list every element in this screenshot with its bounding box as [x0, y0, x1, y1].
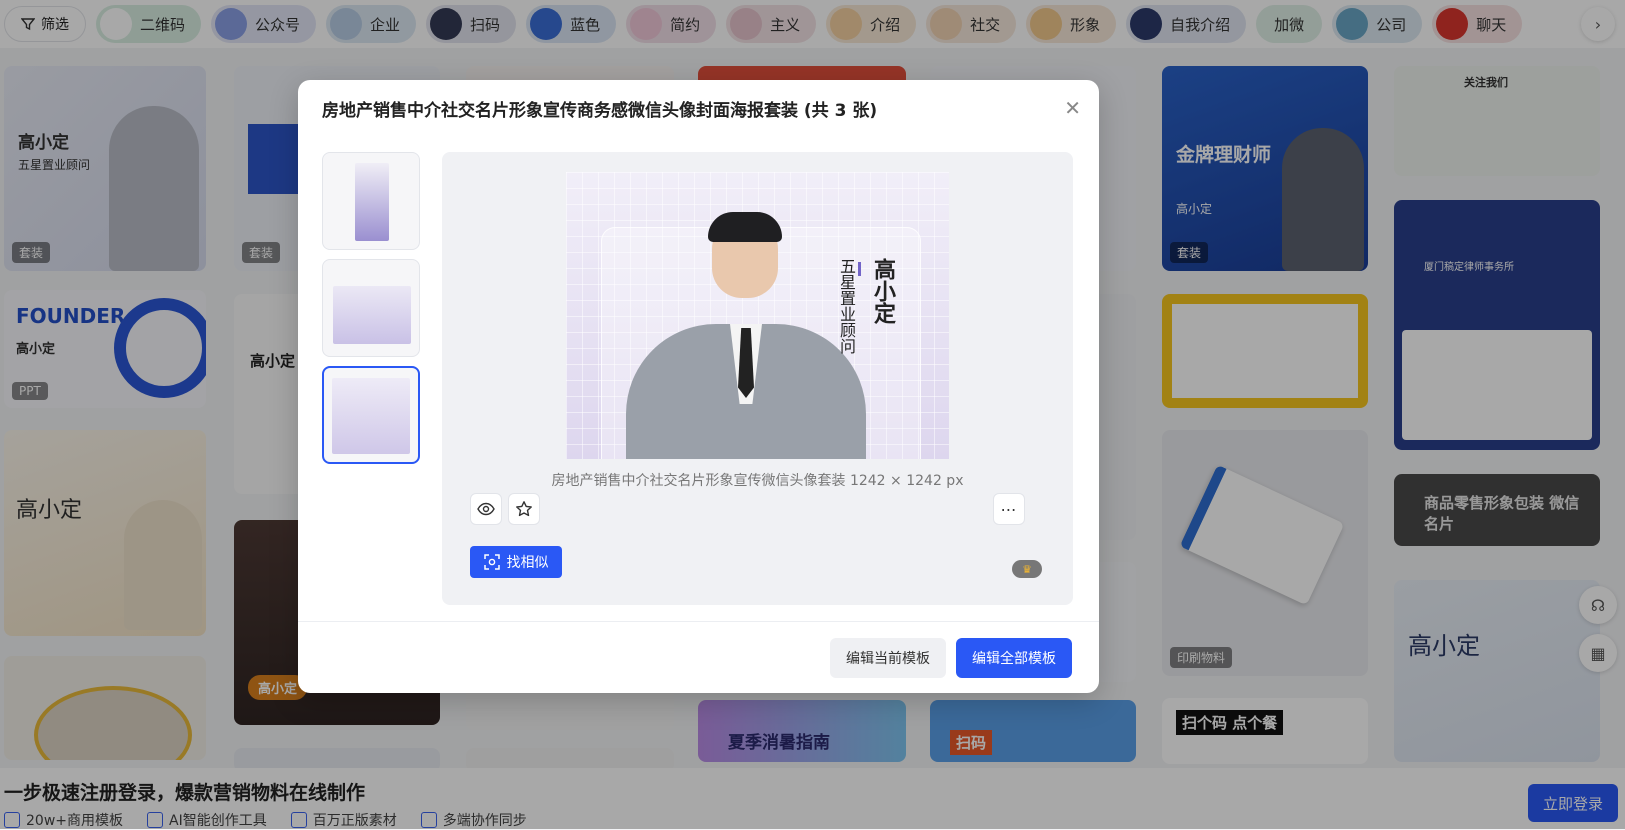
thumbnail-list: [322, 152, 422, 473]
eye-icon: [477, 502, 495, 516]
thumbnail-image: [332, 378, 410, 454]
preview-caption: 房地产销售中介社交名片形象宣传微信头像套装 1242 × 1242 px: [551, 473, 964, 489]
favorite-button[interactable]: [508, 493, 540, 525]
thumbnail-image: [355, 163, 389, 241]
thumbnail-item[interactable]: [322, 259, 420, 357]
close-icon: ✕: [1064, 96, 1081, 120]
premium-badge: ♛: [1012, 560, 1042, 578]
find-similar-button[interactable]: 找相似: [470, 546, 562, 578]
thumbnail-item[interactable]: [322, 152, 420, 250]
dialog-title: 房地产销售中介社交名片形象宣传商务感微信头像封面海报套装 (共 3 张): [322, 101, 878, 121]
preview-image[interactable]: 高小定 五星置业顾问: [566, 172, 949, 459]
edit-all-templates-button[interactable]: 编辑全部模板: [956, 638, 1072, 678]
divider: [298, 621, 1099, 622]
preview-name: 高小定: [870, 258, 895, 324]
more-button[interactable]: ⋯: [993, 493, 1025, 525]
thumbnail-image: [333, 286, 411, 344]
template-set-dialog: 房地产销售中介社交名片形象宣传商务感微信头像封面海报套装 (共 3 张) ✕ 高…: [298, 80, 1099, 693]
close-button[interactable]: ✕: [1064, 96, 1081, 120]
star-icon: [516, 501, 532, 517]
find-similar-label: 找相似: [506, 555, 549, 571]
crown-icon: ♛: [1022, 562, 1032, 576]
scan-icon: [483, 554, 500, 570]
preview-panel: 高小定 五星置业顾问 房地产销售中介社交名片形象宣传微信头像套装 1242 × …: [442, 152, 1073, 605]
thumbnail-item-active[interactable]: [322, 366, 420, 464]
preview-role: 五星置业顾问: [837, 258, 856, 354]
edit-current-template-button[interactable]: 编辑当前模板: [830, 638, 946, 678]
more-icon: ⋯: [1000, 499, 1018, 519]
person-figure: [626, 212, 866, 459]
preview-button[interactable]: [470, 493, 502, 525]
accent-bar: [858, 262, 861, 276]
